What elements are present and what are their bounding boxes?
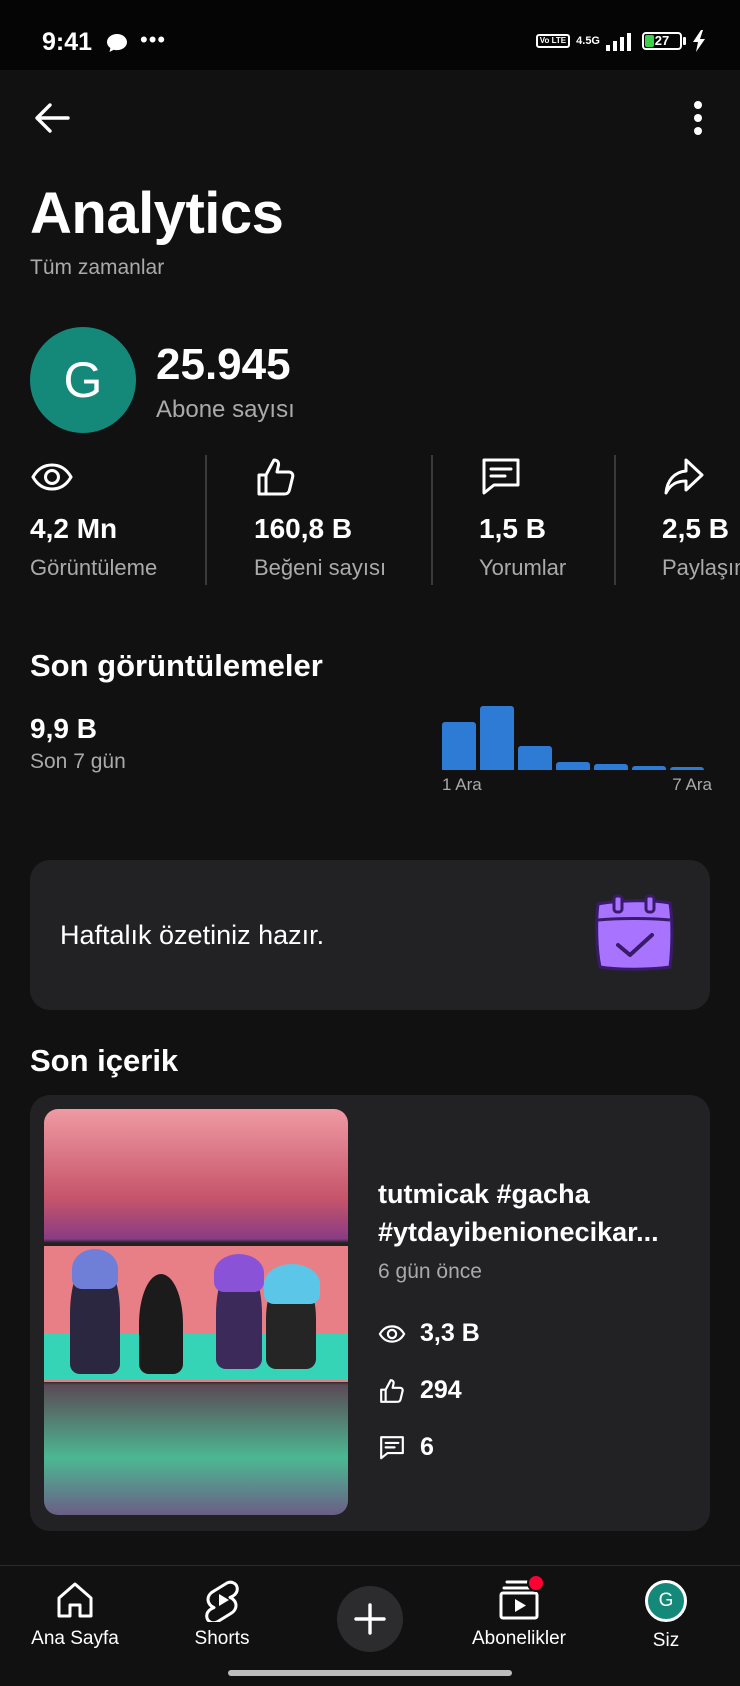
stat-shares-label: Paylaşım — [662, 555, 740, 580]
chart-bar — [480, 706, 514, 770]
subscriber-label: Abone sayısı — [156, 396, 295, 423]
more-options-button[interactable] — [680, 96, 716, 140]
stat-divider — [205, 455, 207, 585]
video-comments-value: 6 — [420, 1433, 434, 1461]
subscriber-count: 25.945 — [156, 340, 291, 389]
video-title-line-1: tutmicak #gacha — [378, 1179, 590, 1209]
stat-comments[interactable]: 1,5 B Yorumlar — [479, 455, 566, 581]
nav-subscriptions-label: Abonelikler — [472, 1628, 566, 1649]
bottom-navigation: Ana Sayfa Shorts Abonelikler G Siz — [0, 1565, 740, 1686]
recent-views-chart[interactable]: 1 Ara 7 Ara — [440, 700, 712, 794]
recent-content-title: Son içerik — [30, 1043, 179, 1078]
nav-shorts-label: Shorts — [194, 1628, 250, 1649]
stat-views-label: Görüntüleme — [30, 555, 158, 580]
recent-views-period: Son 7 gün — [30, 750, 126, 773]
network-type: 4.5G — [576, 34, 600, 47]
nav-you[interactable]: G Siz — [601, 1578, 731, 1652]
chart-bar — [442, 722, 476, 770]
home-icon — [57, 1582, 93, 1618]
battery-level: 27 — [654, 33, 670, 48]
battery-cap — [683, 37, 686, 45]
status-icons: Vo LTE 4.5G 27 — [535, 30, 706, 52]
thumbnail-character — [139, 1274, 183, 1374]
thumbnail-character-hair — [72, 1249, 118, 1289]
stat-likes-value: 160,8 B — [254, 513, 353, 544]
video-views-value: 3,3 B — [420, 1319, 480, 1347]
nav-shorts[interactable]: Shorts — [157, 1578, 287, 1650]
volte-badge: Vo LTE — [535, 34, 571, 48]
more-vert-icon — [694, 101, 702, 135]
create-button[interactable] — [337, 1586, 403, 1652]
nav-you-avatar: G — [645, 1580, 687, 1622]
recent-views-value: 9,9 B — [30, 713, 97, 744]
stat-likes[interactable]: 160,8 B Beğeni sayısı — [254, 455, 386, 581]
stat-shares-value: 2,5 B — [662, 513, 729, 544]
video-views: 3,3 B — [378, 1319, 480, 1348]
status-time: 9:41 — [42, 28, 93, 56]
weekly-summary-text: Haftalık özetiniz hazır. — [60, 920, 325, 950]
comment-icon — [380, 1435, 404, 1459]
battery-icon: 27 — [642, 32, 682, 50]
back-arrow-icon — [35, 103, 70, 133]
shorts-icon — [205, 1580, 239, 1622]
status-bar: 9:41 ••• Vo LTE 4.5G 27 — [0, 0, 740, 70]
back-button[interactable] — [30, 96, 74, 140]
signal-icon — [606, 33, 631, 51]
chart-bar — [670, 767, 704, 770]
stat-views[interactable]: 4,2 Mn Görüntüleme — [30, 455, 157, 581]
chart-end-label: 7 Ara — [672, 775, 712, 794]
more-notifications-icon: ••• — [140, 27, 167, 52]
video-thumbnail[interactable] — [44, 1109, 348, 1515]
thumbnail-character-hair — [214, 1254, 264, 1292]
video-likes-value: 294 — [420, 1376, 462, 1404]
home-indicator — [228, 1670, 512, 1676]
stat-divider — [431, 455, 433, 585]
weekly-summary-card[interactable]: Haftalık özetiniz hazır. — [30, 860, 710, 1010]
thumbs-up-icon — [380, 1378, 404, 1403]
stat-views-value: 4,2 Mn — [30, 513, 118, 544]
channel-avatar[interactable]: G — [30, 327, 136, 433]
chart-bar — [556, 762, 590, 770]
video-title-line-2: #ytdayibenionecikar... — [378, 1217, 659, 1247]
nav-subscriptions[interactable]: Abonelikler — [454, 1574, 584, 1650]
recent-views-title: Son görüntülemeler — [30, 648, 323, 683]
charging-icon — [693, 30, 705, 52]
create-icon — [354, 1603, 386, 1635]
stat-shares[interactable]: 2,5 B Paylaşım — [662, 455, 740, 581]
nav-home[interactable]: Ana Sayfa — [10, 1578, 140, 1650]
notification-dot — [527, 1574, 545, 1592]
calendar-check-icon — [590, 890, 680, 985]
chart-bar — [594, 764, 628, 770]
chart-bar — [632, 766, 666, 770]
thumbs-up-icon — [257, 458, 295, 496]
recent-video-card[interactable]: tutmicak #gacha #ytdayibenionecikar... 6… — [30, 1095, 710, 1531]
stat-comments-label: Yorumlar — [479, 555, 567, 580]
page-subtitle: Tüm zamanlar — [30, 256, 165, 279]
share-icon — [664, 458, 704, 495]
thumbnail-character-hair — [264, 1264, 320, 1304]
comment-icon — [482, 458, 520, 495]
nav-you-label: Siz — [652, 1630, 680, 1651]
video-title[interactable]: tutmicak #gacha #ytdayibenionecikar... — [378, 1175, 688, 1251]
video-likes: 294 — [378, 1376, 462, 1405]
message-notification-icon — [105, 32, 129, 59]
stat-likes-label: Beğeni sayısı — [254, 555, 387, 580]
chart-bar — [518, 746, 552, 770]
eye-icon — [31, 463, 73, 491]
stat-divider — [614, 455, 616, 585]
chart-start-label: 1 Ara — [442, 775, 482, 794]
video-date: 6 gün önce — [378, 1260, 482, 1283]
video-comments: 6 — [378, 1433, 434, 1462]
eye-icon — [378, 1324, 406, 1343]
stat-comments-value: 1,5 B — [479, 513, 546, 544]
page-title: Analytics — [30, 181, 284, 246]
nav-home-label: Ana Sayfa — [31, 1628, 119, 1649]
